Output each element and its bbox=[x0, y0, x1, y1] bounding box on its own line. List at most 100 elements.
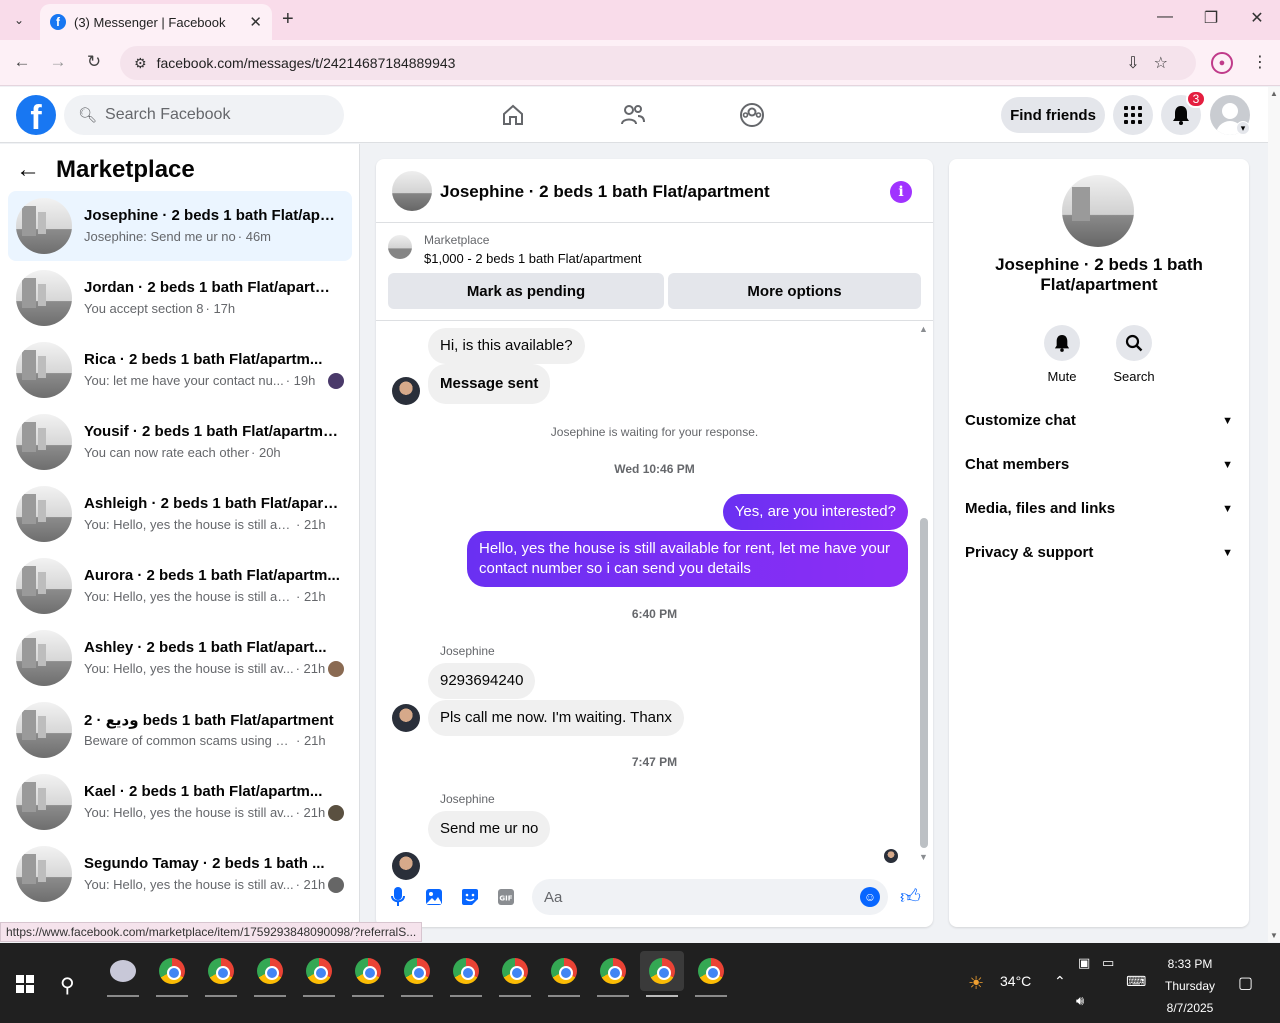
conversation-snippet: You can now rate each other bbox=[84, 445, 250, 460]
scroll-down-icon[interactable]: ▼ bbox=[1270, 931, 1278, 940]
message-input[interactable]: Aa ☺ bbox=[532, 879, 888, 915]
chrome-icon[interactable] bbox=[395, 951, 439, 997]
volume-icon[interactable]: 🔊︎ bbox=[1076, 993, 1084, 1009]
chrome-icon[interactable] bbox=[591, 951, 635, 997]
menu-grid-icon[interactable] bbox=[1113, 95, 1153, 135]
link-status-bar: https://www.facebook.com/marketplace/ite… bbox=[0, 922, 423, 942]
listing-profile-image[interactable] bbox=[1062, 175, 1134, 247]
thread-scrollbar[interactable]: ▲ ▼ bbox=[918, 322, 930, 867]
conversation-item[interactable]: Jordan · 2 beds 1 bath Flat/apartm... Yo… bbox=[8, 263, 352, 333]
site-settings-icon[interactable]: ⚙ bbox=[134, 55, 147, 72]
account-chevron-down-icon[interactable]: ▾ bbox=[1236, 121, 1250, 135]
listing-description[interactable]: $1,000 - 2 beds 1 bath Flat/apartment bbox=[424, 251, 642, 266]
taskbar-search-icon[interactable]: ⚲ bbox=[60, 973, 75, 998]
meet-icon[interactable]: ▣ bbox=[1078, 955, 1090, 971]
conversation-item[interactable]: وديع · 2 beds 1 bath Flat/apartment Bewa… bbox=[8, 695, 352, 765]
photo-icon[interactable] bbox=[424, 887, 444, 907]
facebook-logo-icon[interactable]: f bbox=[16, 95, 56, 135]
groups-icon[interactable] bbox=[738, 101, 766, 129]
conversation-time: · 20h bbox=[251, 445, 281, 460]
install-and-bookmark-icons[interactable]: ⇩☆ bbox=[1126, 53, 1182, 73]
info-icon[interactable]: i bbox=[890, 181, 912, 203]
sender-avatar[interactable] bbox=[392, 377, 420, 405]
chrome-icon[interactable] bbox=[689, 951, 733, 997]
chat-title[interactable]: Josephine · 2 beds 1 bath Flat/apartment bbox=[440, 182, 770, 202]
thumbs-up-icon[interactable]: 👍︎ bbox=[900, 885, 921, 909]
forward-icon[interactable]: → bbox=[46, 52, 70, 72]
conversation-item[interactable]: Yousif · 2 beds 1 bath Flat/apartme... Y… bbox=[8, 407, 352, 477]
page-scrollbar[interactable]: ▲ ▼ bbox=[1268, 87, 1280, 942]
sender-avatar[interactable] bbox=[392, 704, 420, 732]
browser-profile-icon[interactable]: ● bbox=[1211, 52, 1233, 74]
new-tab-icon[interactable]: + bbox=[282, 8, 294, 31]
chrome-icon[interactable] bbox=[542, 951, 586, 997]
chrome-icon[interactable] bbox=[493, 951, 537, 997]
minimize-icon[interactable]: — bbox=[1150, 8, 1180, 26]
conversation-item[interactable]: Rica · 2 beds 1 bath Flat/apartm... You:… bbox=[8, 335, 352, 405]
reload-icon[interactable]: ↻ bbox=[82, 52, 106, 72]
chrome-icon[interactable] bbox=[297, 951, 341, 997]
emoji-icon[interactable]: ☺ bbox=[860, 887, 880, 907]
restore-icon[interactable]: ❐ bbox=[1196, 8, 1226, 28]
friends-icon[interactable] bbox=[619, 101, 647, 129]
browser-tab[interactable]: f (3) Messenger | Facebook ✕ bbox=[40, 4, 272, 40]
notification-center-icon[interactable]: ▢ bbox=[1238, 973, 1253, 993]
chevron-down-icon: ▼ bbox=[1222, 458, 1233, 471]
chrome-icon[interactable] bbox=[150, 951, 194, 997]
scrollbar-thumb[interactable] bbox=[920, 518, 928, 848]
more-options-button[interactable]: More options bbox=[668, 273, 921, 309]
back-icon[interactable]: ← bbox=[10, 52, 34, 72]
listing-thumbnail bbox=[16, 342, 72, 398]
chrome-icon[interactable] bbox=[640, 951, 684, 997]
mute-button[interactable]: Mute bbox=[1032, 325, 1092, 384]
conversation-snippet: Josephine: Send me ur no bbox=[84, 229, 236, 244]
privacy-support-section[interactable]: Privacy & support ▼ bbox=[965, 544, 1233, 561]
facebook-search-input[interactable]: 🔍︎ Search Facebook bbox=[64, 95, 344, 135]
gif-icon[interactable]: GIF bbox=[496, 887, 516, 907]
conversation-info-panel: Josephine · 2 beds 1 bath Flat/apartment… bbox=[949, 159, 1249, 927]
url-field[interactable]: ⚙ facebook.com/messages/t/24214687184889… bbox=[120, 46, 1196, 80]
weather-icon[interactable]: ☀ bbox=[968, 973, 984, 994]
conversation-item[interactable]: Josephine · 2 beds 1 bath Flat/apar... J… bbox=[8, 191, 352, 261]
display-icon[interactable]: ▭ bbox=[1102, 955, 1114, 971]
chat-members-section[interactable]: Chat members ▼ bbox=[965, 456, 1233, 473]
chrome-icon[interactable] bbox=[199, 951, 243, 997]
back-arrow-icon[interactable]: ← bbox=[16, 156, 40, 184]
close-tab-icon[interactable]: ✕ bbox=[249, 13, 262, 31]
scroll-down-icon[interactable]: ▼ bbox=[919, 852, 928, 862]
chrome-icon[interactable] bbox=[248, 951, 292, 997]
taskbar-app-icon[interactable] bbox=[101, 951, 145, 997]
tab-search-chevron-icon[interactable]: ⌄ bbox=[6, 8, 32, 32]
conversation-snippet: You: Hello, yes the house is still avail… bbox=[84, 517, 294, 532]
section-label: Media, files and links bbox=[965, 500, 1116, 517]
mark-as-pending-button[interactable]: Mark as pending bbox=[388, 273, 664, 309]
chrome-icon[interactable] bbox=[444, 951, 488, 997]
temperature[interactable]: 34°C bbox=[1000, 973, 1031, 989]
conversation-item[interactable]: Ashley · 2 beds 1 bath Flat/apart... You… bbox=[8, 623, 352, 693]
conversation-name: Segundo Tamay · 2 beds 1 bath ... bbox=[84, 855, 325, 872]
find-friends-button[interactable]: Find friends bbox=[1001, 97, 1105, 133]
customize-chat-section[interactable]: Customize chat ▼ bbox=[965, 412, 1233, 429]
conversation-item[interactable]: Ashleigh · 2 beds 1 bath Flat/apart... Y… bbox=[8, 479, 352, 549]
scroll-up-icon[interactable]: ▲ bbox=[1270, 89, 1278, 98]
conversation-time: · 21h bbox=[295, 805, 326, 820]
sticker-icon[interactable] bbox=[460, 887, 480, 907]
home-icon[interactable] bbox=[499, 101, 527, 129]
media-files-links-section[interactable]: Media, files and links ▼ bbox=[965, 500, 1233, 517]
microphone-icon[interactable] bbox=[388, 887, 408, 907]
waiting-notice: Josephine is waiting for your response. bbox=[550, 425, 759, 439]
taskbar-clock[interactable]: 8:33 PM Thursday 8/7/2025 bbox=[1160, 953, 1220, 1019]
windows-start-icon[interactable] bbox=[16, 975, 34, 993]
conversation-item[interactable]: Segundo Tamay · 2 beds 1 bath ... You: H… bbox=[8, 839, 352, 909]
conversation-item[interactable]: Aurora · 2 beds 1 bath Flat/apartm... Yo… bbox=[8, 551, 352, 621]
close-window-icon[interactable]: ✕ bbox=[1242, 8, 1272, 28]
chrome-icon[interactable] bbox=[346, 951, 390, 997]
scroll-up-icon[interactable]: ▲ bbox=[919, 324, 928, 334]
browser-menu-icon[interactable]: ⋮ bbox=[1252, 52, 1268, 72]
search-in-conversation-button[interactable]: Search bbox=[1104, 325, 1164, 384]
show-hidden-icons-chevron-icon[interactable]: ⌃ bbox=[1054, 973, 1066, 990]
chat-listing-thumbnail[interactable] bbox=[392, 171, 432, 211]
address-bar-row: ← → ↻ ⚙ facebook.com/messages/t/24214687… bbox=[0, 40, 1280, 86]
keyboard-icon[interactable]: ⌨ bbox=[1126, 973, 1146, 990]
conversation-item[interactable]: Kael · 2 beds 1 bath Flat/apartm... You:… bbox=[8, 767, 352, 837]
